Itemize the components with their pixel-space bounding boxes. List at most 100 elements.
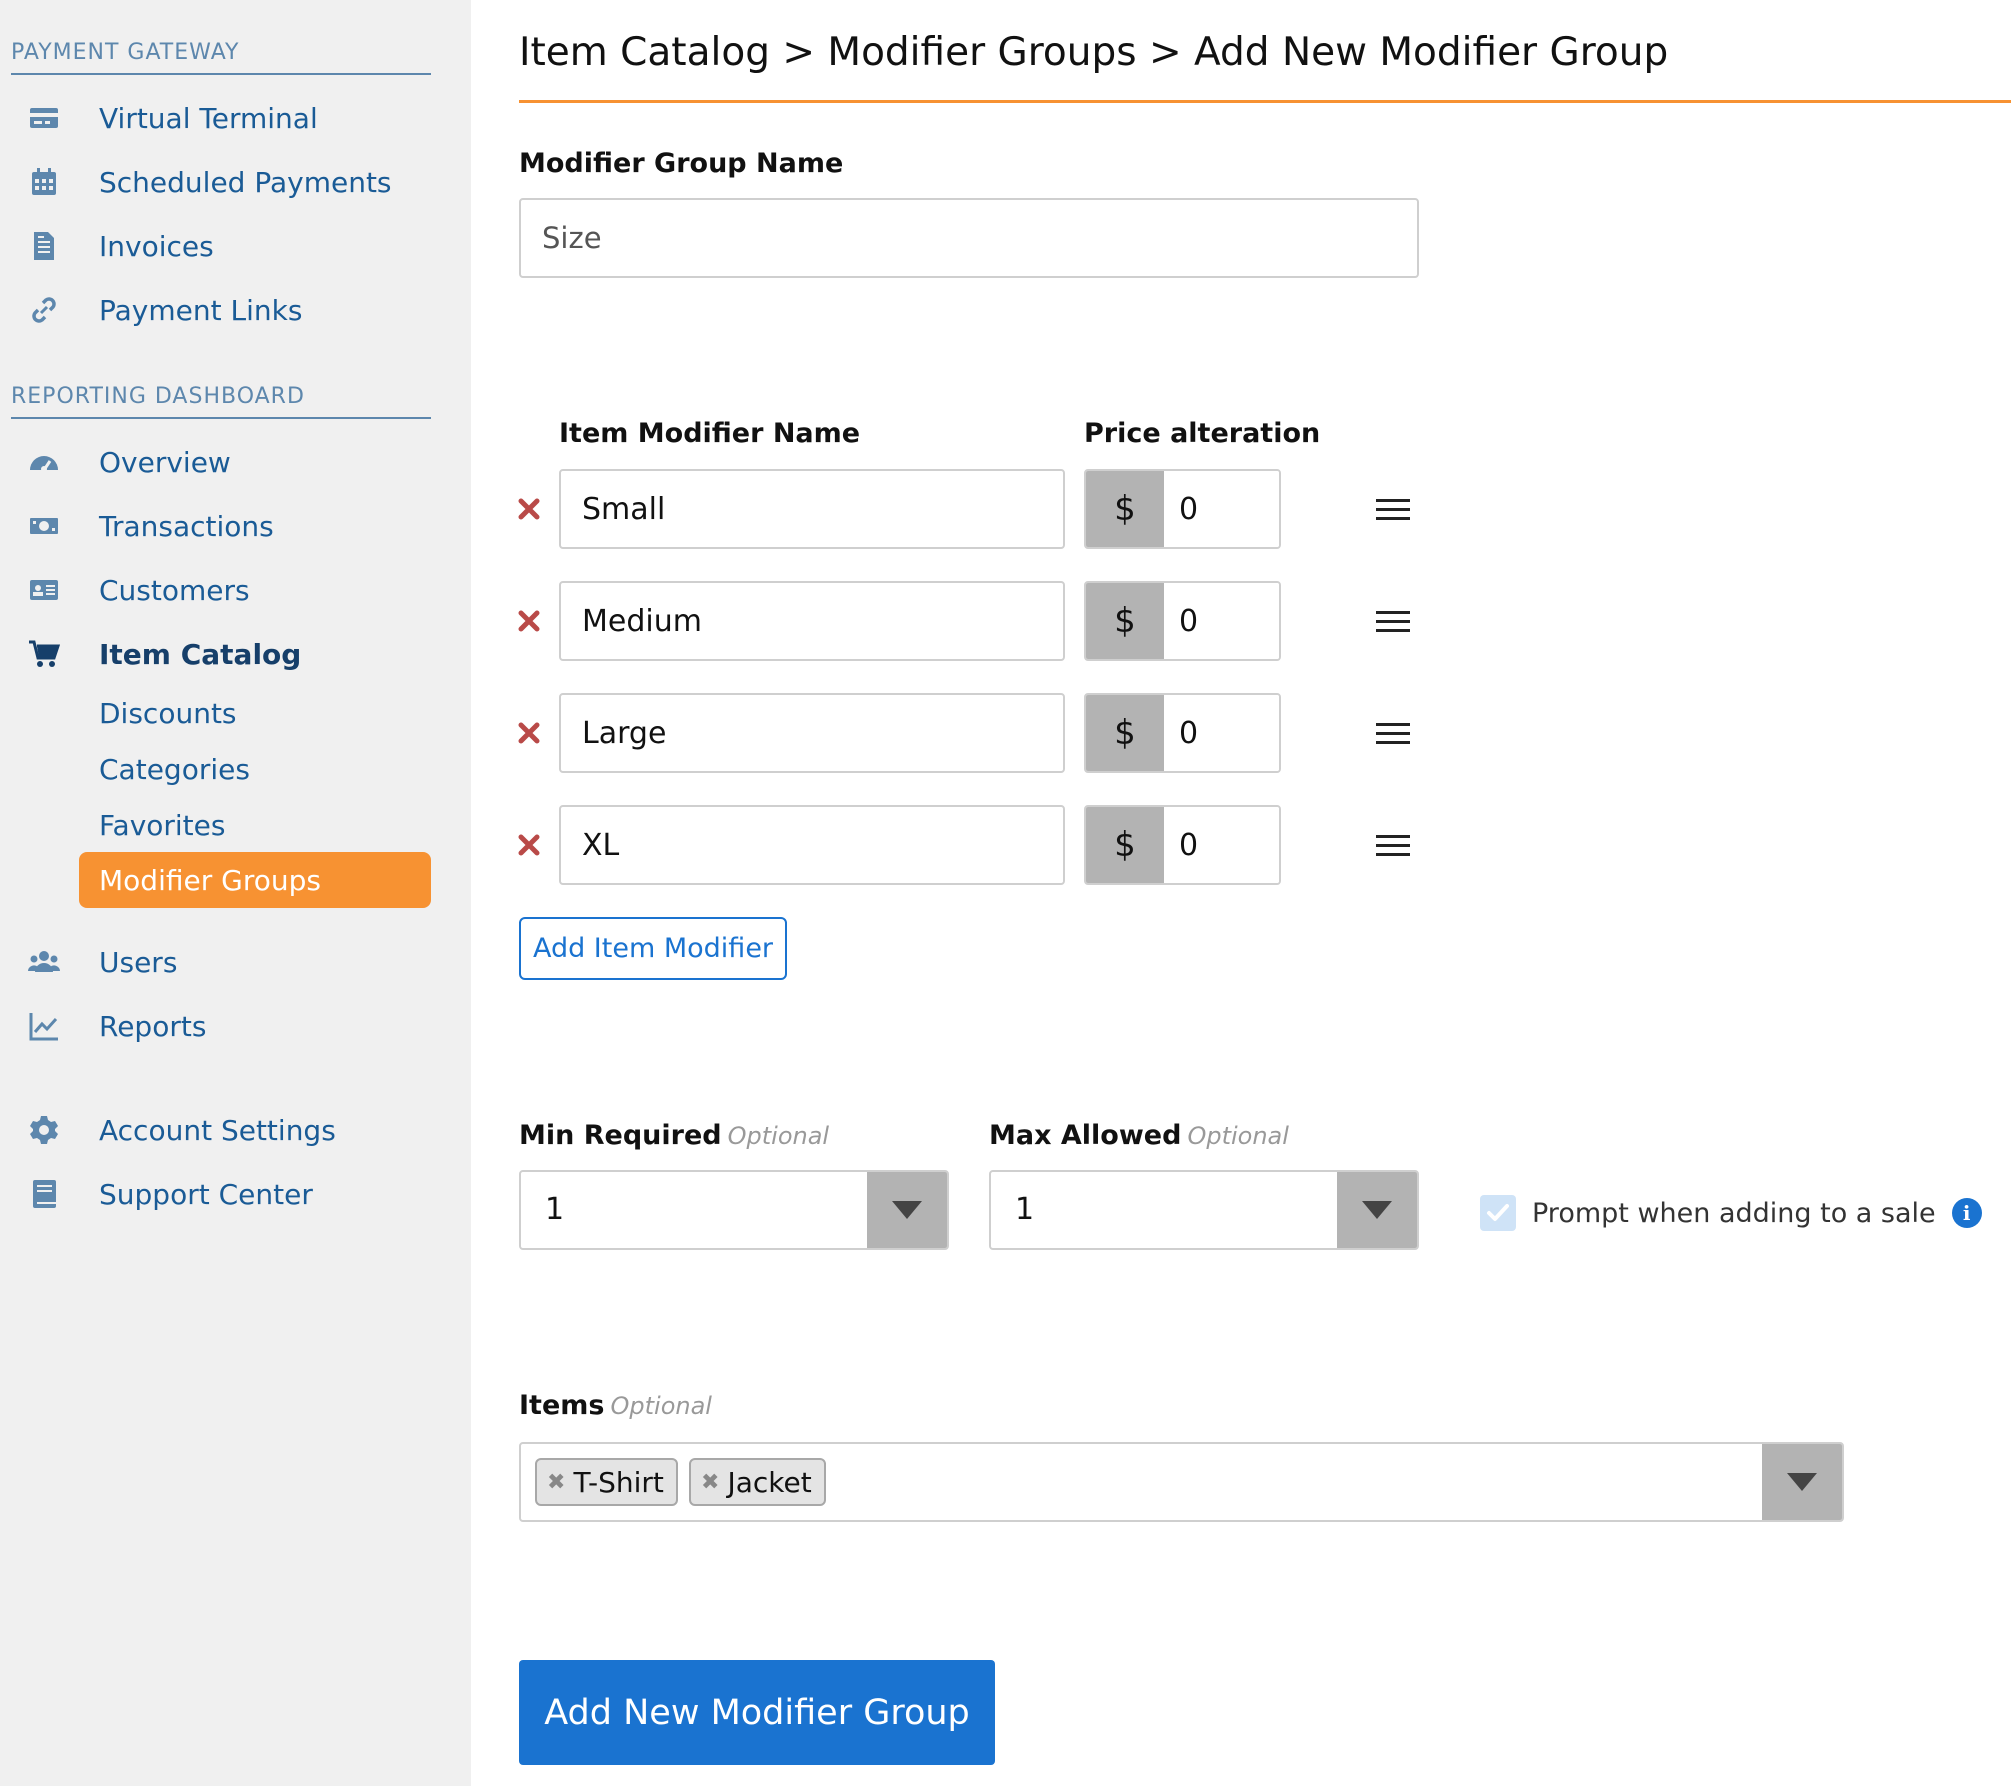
sidebar-item-customers[interactable]: Customers xyxy=(0,565,431,615)
credit-card-icon xyxy=(27,101,61,135)
chevron-down-icon xyxy=(1337,1172,1417,1248)
breadcrumb: Item Catalog > Modifier Groups > Add New… xyxy=(519,30,1669,75)
items-label: Items Optional xyxy=(519,1390,712,1421)
min-required-value: 1 xyxy=(545,1192,565,1227)
prompt-label: Prompt when adding to a sale xyxy=(1532,1197,1936,1229)
chart-icon xyxy=(27,1009,61,1043)
sidebar-item-label: Scheduled Payments xyxy=(99,165,392,199)
price-input[interactable] xyxy=(1164,695,1279,771)
sidebar-item-label: Customers xyxy=(99,573,250,607)
max-allowed-value: 1 xyxy=(1015,1192,1035,1227)
modifier-row: $ xyxy=(510,469,1410,549)
gauge-icon xyxy=(27,445,61,479)
optional-hint: Optional xyxy=(1187,1122,1289,1150)
remove-tag-icon[interactable]: ✖ xyxy=(701,1470,719,1495)
link-icon xyxy=(27,293,61,327)
sidebar-item-support-center[interactable]: Support Center xyxy=(0,1169,431,1219)
price-field: $ xyxy=(1084,469,1281,549)
modifier-row: $ xyxy=(510,805,1410,885)
add-new-modifier-group-button[interactable]: Add New Modifier Group xyxy=(519,1660,995,1765)
sidebar-item-label: Transactions xyxy=(99,509,274,543)
item-tag: ✖ Jacket xyxy=(689,1458,826,1506)
sidebar-item-invoices[interactable]: Invoices xyxy=(0,221,431,271)
modifier-row: $ xyxy=(510,581,1410,661)
currency-addon: $ xyxy=(1086,807,1164,883)
min-required-label: Min Required Optional xyxy=(519,1120,829,1151)
price-field: $ xyxy=(1084,581,1281,661)
sidebar-item-item-catalog[interactable]: Item Catalog xyxy=(0,629,431,679)
money-icon xyxy=(27,509,61,543)
sidebar: PAYMENT GATEWAY Virtual Terminal Schedul… xyxy=(0,0,471,1786)
chevron-down-icon xyxy=(867,1172,947,1248)
sidebar-item-overview[interactable]: Overview xyxy=(0,437,431,487)
max-allowed-label-text: Max Allowed xyxy=(989,1120,1182,1151)
item-tag-label: Jacket xyxy=(727,1465,812,1499)
modifier-name-input[interactable] xyxy=(559,805,1065,885)
item-tag: ✖ T-Shirt xyxy=(535,1458,678,1506)
prompt-checkbox[interactable] xyxy=(1480,1195,1516,1231)
max-allowed-label: Max Allowed Optional xyxy=(989,1120,1289,1151)
sidebar-item-account-settings[interactable]: Account Settings xyxy=(0,1105,431,1155)
items-multiselect[interactable]: ✖ T-Shirt ✖ Jacket xyxy=(519,1442,1844,1522)
price-input[interactable] xyxy=(1164,583,1279,659)
info-icon[interactable]: i xyxy=(1951,1198,1982,1228)
currency-addon: $ xyxy=(1086,695,1164,771)
sidebar-item-label: Item Catalog xyxy=(99,637,302,671)
sidebar-item-transactions[interactable]: Transactions xyxy=(0,501,431,551)
items-label-text: Items xyxy=(519,1390,605,1421)
max-allowed-select[interactable]: 1 xyxy=(989,1170,1419,1250)
reporting-dashboard-heading: REPORTING DASHBOARD xyxy=(11,384,431,419)
calendar-icon xyxy=(27,165,61,199)
currency-addon: $ xyxy=(1086,583,1164,659)
remove-tag-icon[interactable]: ✖ xyxy=(547,1470,565,1495)
modifier-name-input[interactable] xyxy=(559,693,1065,773)
drag-handle-icon[interactable] xyxy=(1376,829,1412,861)
sidebar-item-scheduled-payments[interactable]: Scheduled Payments xyxy=(0,157,431,207)
sidebar-item-users[interactable]: Users xyxy=(0,937,431,987)
sidebar-subitem-modifier-groups[interactable]: Modifier Groups xyxy=(79,852,431,908)
book-icon xyxy=(27,1177,61,1211)
add-item-modifier-button[interactable]: Add Item Modifier xyxy=(519,917,787,980)
price-alteration-header: Price alteration xyxy=(1084,418,1321,449)
sidebar-item-label: Reports xyxy=(99,1009,207,1043)
chevron-down-icon xyxy=(1762,1444,1842,1520)
gear-icon xyxy=(27,1113,61,1147)
drag-handle-icon[interactable] xyxy=(1376,717,1412,749)
sidebar-subitem-categories[interactable]: Categories xyxy=(99,746,250,792)
sidebar-item-label: Virtual Terminal xyxy=(99,101,318,135)
sidebar-item-label: Overview xyxy=(99,445,231,479)
modifier-group-name-input[interactable] xyxy=(519,198,1419,278)
delete-x-icon[interactable] xyxy=(510,490,548,528)
sidebar-item-payment-links[interactable]: Payment Links xyxy=(0,285,431,335)
users-icon xyxy=(27,945,61,979)
check-icon xyxy=(1487,1204,1509,1221)
modifier-name-header: Item Modifier Name xyxy=(559,418,861,449)
min-required-label-text: Min Required xyxy=(519,1120,722,1151)
price-field: $ xyxy=(1084,805,1281,885)
sidebar-item-virtual-terminal[interactable]: Virtual Terminal xyxy=(0,93,431,143)
sidebar-subitem-discounts[interactable]: Discounts xyxy=(99,690,237,736)
modifier-name-input[interactable] xyxy=(559,581,1065,661)
sidebar-item-label: Invoices xyxy=(99,229,214,263)
cart-icon xyxy=(27,637,61,671)
min-required-select[interactable]: 1 xyxy=(519,1170,949,1250)
sidebar-item-reports[interactable]: Reports xyxy=(0,1001,431,1051)
delete-x-icon[interactable] xyxy=(510,826,548,864)
sidebar-item-label: Payment Links xyxy=(99,293,303,327)
delete-x-icon[interactable] xyxy=(510,714,548,752)
title-divider xyxy=(519,100,2011,103)
delete-x-icon[interactable] xyxy=(510,602,548,640)
drag-handle-icon[interactable] xyxy=(1376,493,1412,525)
sidebar-item-label: Account Settings xyxy=(99,1113,336,1147)
price-input[interactable] xyxy=(1164,807,1279,883)
drag-handle-icon[interactable] xyxy=(1376,605,1412,637)
sidebar-item-label: Support Center xyxy=(99,1177,313,1211)
sidebar-item-label: Users xyxy=(99,945,178,979)
optional-hint: Optional xyxy=(610,1392,712,1420)
payment-gateway-heading: PAYMENT GATEWAY xyxy=(11,40,431,75)
price-input[interactable] xyxy=(1164,471,1279,547)
modifier-name-input[interactable] xyxy=(559,469,1065,549)
sidebar-subitem-favorites[interactable]: Favorites xyxy=(99,802,225,848)
group-name-label: Modifier Group Name xyxy=(519,148,844,179)
currency-addon: $ xyxy=(1086,471,1164,547)
